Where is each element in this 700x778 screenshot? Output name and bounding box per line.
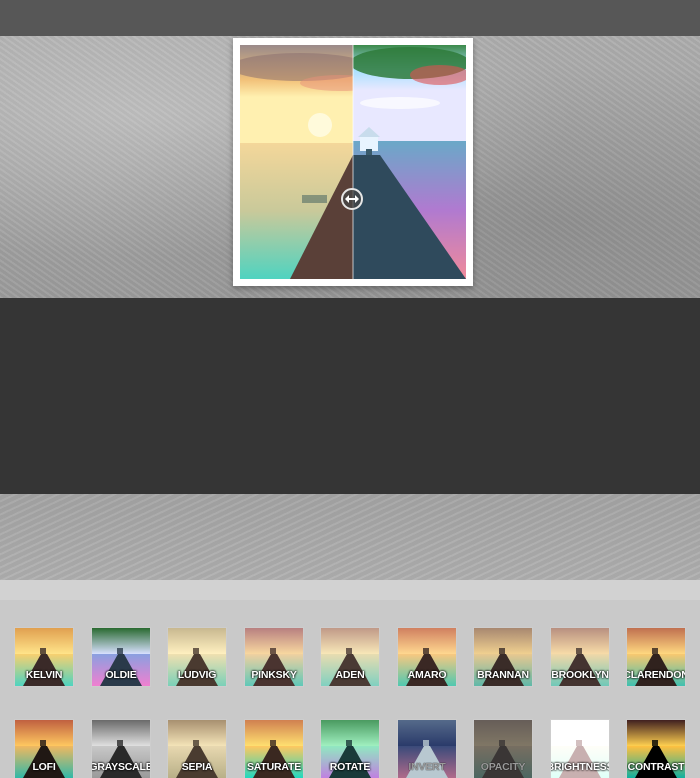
top-bar — [0, 0, 700, 36]
filtered-half — [353, 45, 466, 279]
filter-thumb-kelvin[interactable]: KELVIN — [14, 627, 74, 687]
filter-label: ADEN — [335, 669, 365, 681]
filter-thumb-sepia[interactable]: SEPIA — [167, 719, 227, 778]
filter-thumb-invert[interactable]: INVERT — [397, 719, 457, 778]
filter-thumb-grayscale[interactable]: GRAYSCALE — [91, 719, 151, 778]
filter-label: KELVIN — [25, 669, 63, 681]
filter-label: CONTRAST — [627, 761, 685, 773]
filter-label: AMARO — [407, 669, 447, 681]
compare-card — [233, 38, 473, 286]
filter-label: SEPIA — [181, 761, 213, 773]
left-right-arrows-icon — [345, 195, 359, 203]
filter-thumb-oldie[interactable]: OLDIE — [91, 627, 151, 687]
filter-thumb-brannan[interactable]: BRANNAN — [473, 627, 533, 687]
filter-thumb-rotate[interactable]: ROTATE — [320, 719, 380, 778]
filter-label: BROOKLYN — [551, 669, 609, 681]
filter-label: OPACITY — [480, 761, 526, 773]
filter-thumb-saturate[interactable]: SATURATE — [244, 719, 304, 778]
filter-label: CLARENDON — [627, 669, 685, 681]
filter-label: GRAYSCALE — [92, 761, 150, 773]
filter-label: ROTATE — [329, 761, 371, 773]
filter-label: OLDIE — [105, 669, 137, 681]
filter-thumb-opacity[interactable]: OPACITY — [473, 719, 533, 778]
filter-thumb-pinksky[interactable]: PINKSKY — [244, 627, 304, 687]
filter-thumb-ludvig[interactable]: LUDVIG — [167, 627, 227, 687]
filter-thumb-aden[interactable]: ADEN — [320, 627, 380, 687]
bottom-bar — [0, 580, 700, 600]
filter-thumb-contrast[interactable]: CONTRAST — [626, 719, 686, 778]
filter-thumb-brooklyn[interactable]: BROOKLYN — [550, 627, 610, 687]
filter-label: INVERT — [408, 761, 446, 773]
filter-label: LOFI — [32, 761, 56, 773]
filter-thumb-clarendon[interactable]: CLARENDON — [626, 627, 686, 687]
filter-thumb-amaro[interactable]: AMARO — [397, 627, 457, 687]
original-half — [240, 45, 353, 279]
compare-drag-handle[interactable] — [341, 188, 363, 210]
filter-panel: KELVIN OLDIE LUDVIG PINKSKY ADEN AMARO BRANNAN… — [0, 298, 700, 778]
filter-label: PINKSKY — [251, 669, 297, 681]
concrete-background-lower — [0, 494, 700, 580]
filter-label: LUDVIG — [177, 669, 217, 681]
filter-thumb-lofi[interactable]: LOFI — [14, 719, 74, 778]
filter-thumb-brightness[interactable]: BRIGHTNESS — [550, 719, 610, 778]
filter-label: BRANNAN — [477, 669, 529, 681]
filter-label: BRIGHTNESS — [551, 761, 609, 773]
filter-label: SATURATE — [246, 761, 301, 773]
compare-divider[interactable] — [352, 45, 354, 279]
